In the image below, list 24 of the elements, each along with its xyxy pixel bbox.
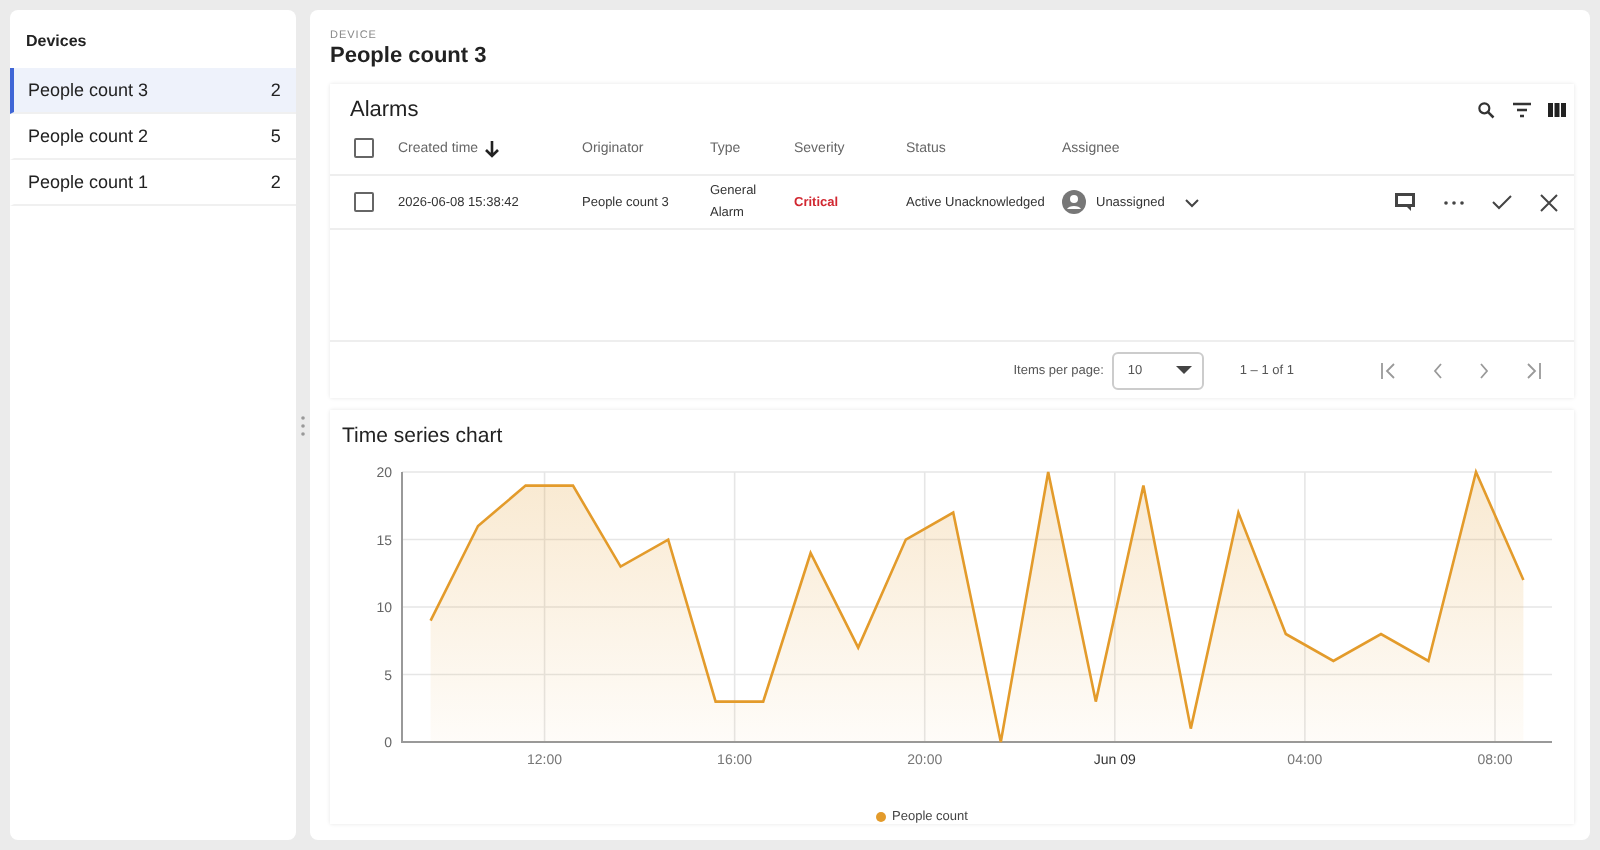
- dropdown-caret-icon: [1175, 366, 1192, 374]
- chart-title: Time series chart: [342, 424, 505, 448]
- columns-icon[interactable]: [1548, 102, 1566, 118]
- next-page-icon[interactable]: [1478, 361, 1490, 379]
- comment-icon[interactable]: [1394, 192, 1416, 212]
- check-icon[interactable]: [1492, 194, 1512, 210]
- device-item[interactable]: People count 1 2: [10, 160, 297, 206]
- search-icon[interactable]: [1476, 100, 1496, 120]
- device-name: People count 3: [330, 44, 489, 68]
- sidebar-title: Devices: [24, 30, 89, 54]
- row-checkbox[interactable]: [354, 192, 374, 212]
- chevron-down-icon[interactable]: [1184, 197, 1201, 207]
- filter-icon[interactable]: [1512, 102, 1532, 118]
- more-icon[interactable]: [1444, 199, 1464, 205]
- avatar-icon: [1062, 190, 1086, 214]
- close-icon[interactable]: [1540, 193, 1558, 211]
- previous-page-icon[interactable]: [1432, 361, 1444, 379]
- device-item[interactable]: People count 3 2: [10, 68, 297, 114]
- select-all-checkbox[interactable]: [354, 138, 374, 158]
- last-page-icon[interactable]: [1524, 361, 1542, 379]
- alarms-title: Alarms: [350, 98, 419, 122]
- drag-handle-icon[interactable]: [300, 413, 307, 437]
- device-item[interactable]: People count 2 5: [10, 114, 297, 160]
- first-page-icon[interactable]: [1380, 361, 1398, 379]
